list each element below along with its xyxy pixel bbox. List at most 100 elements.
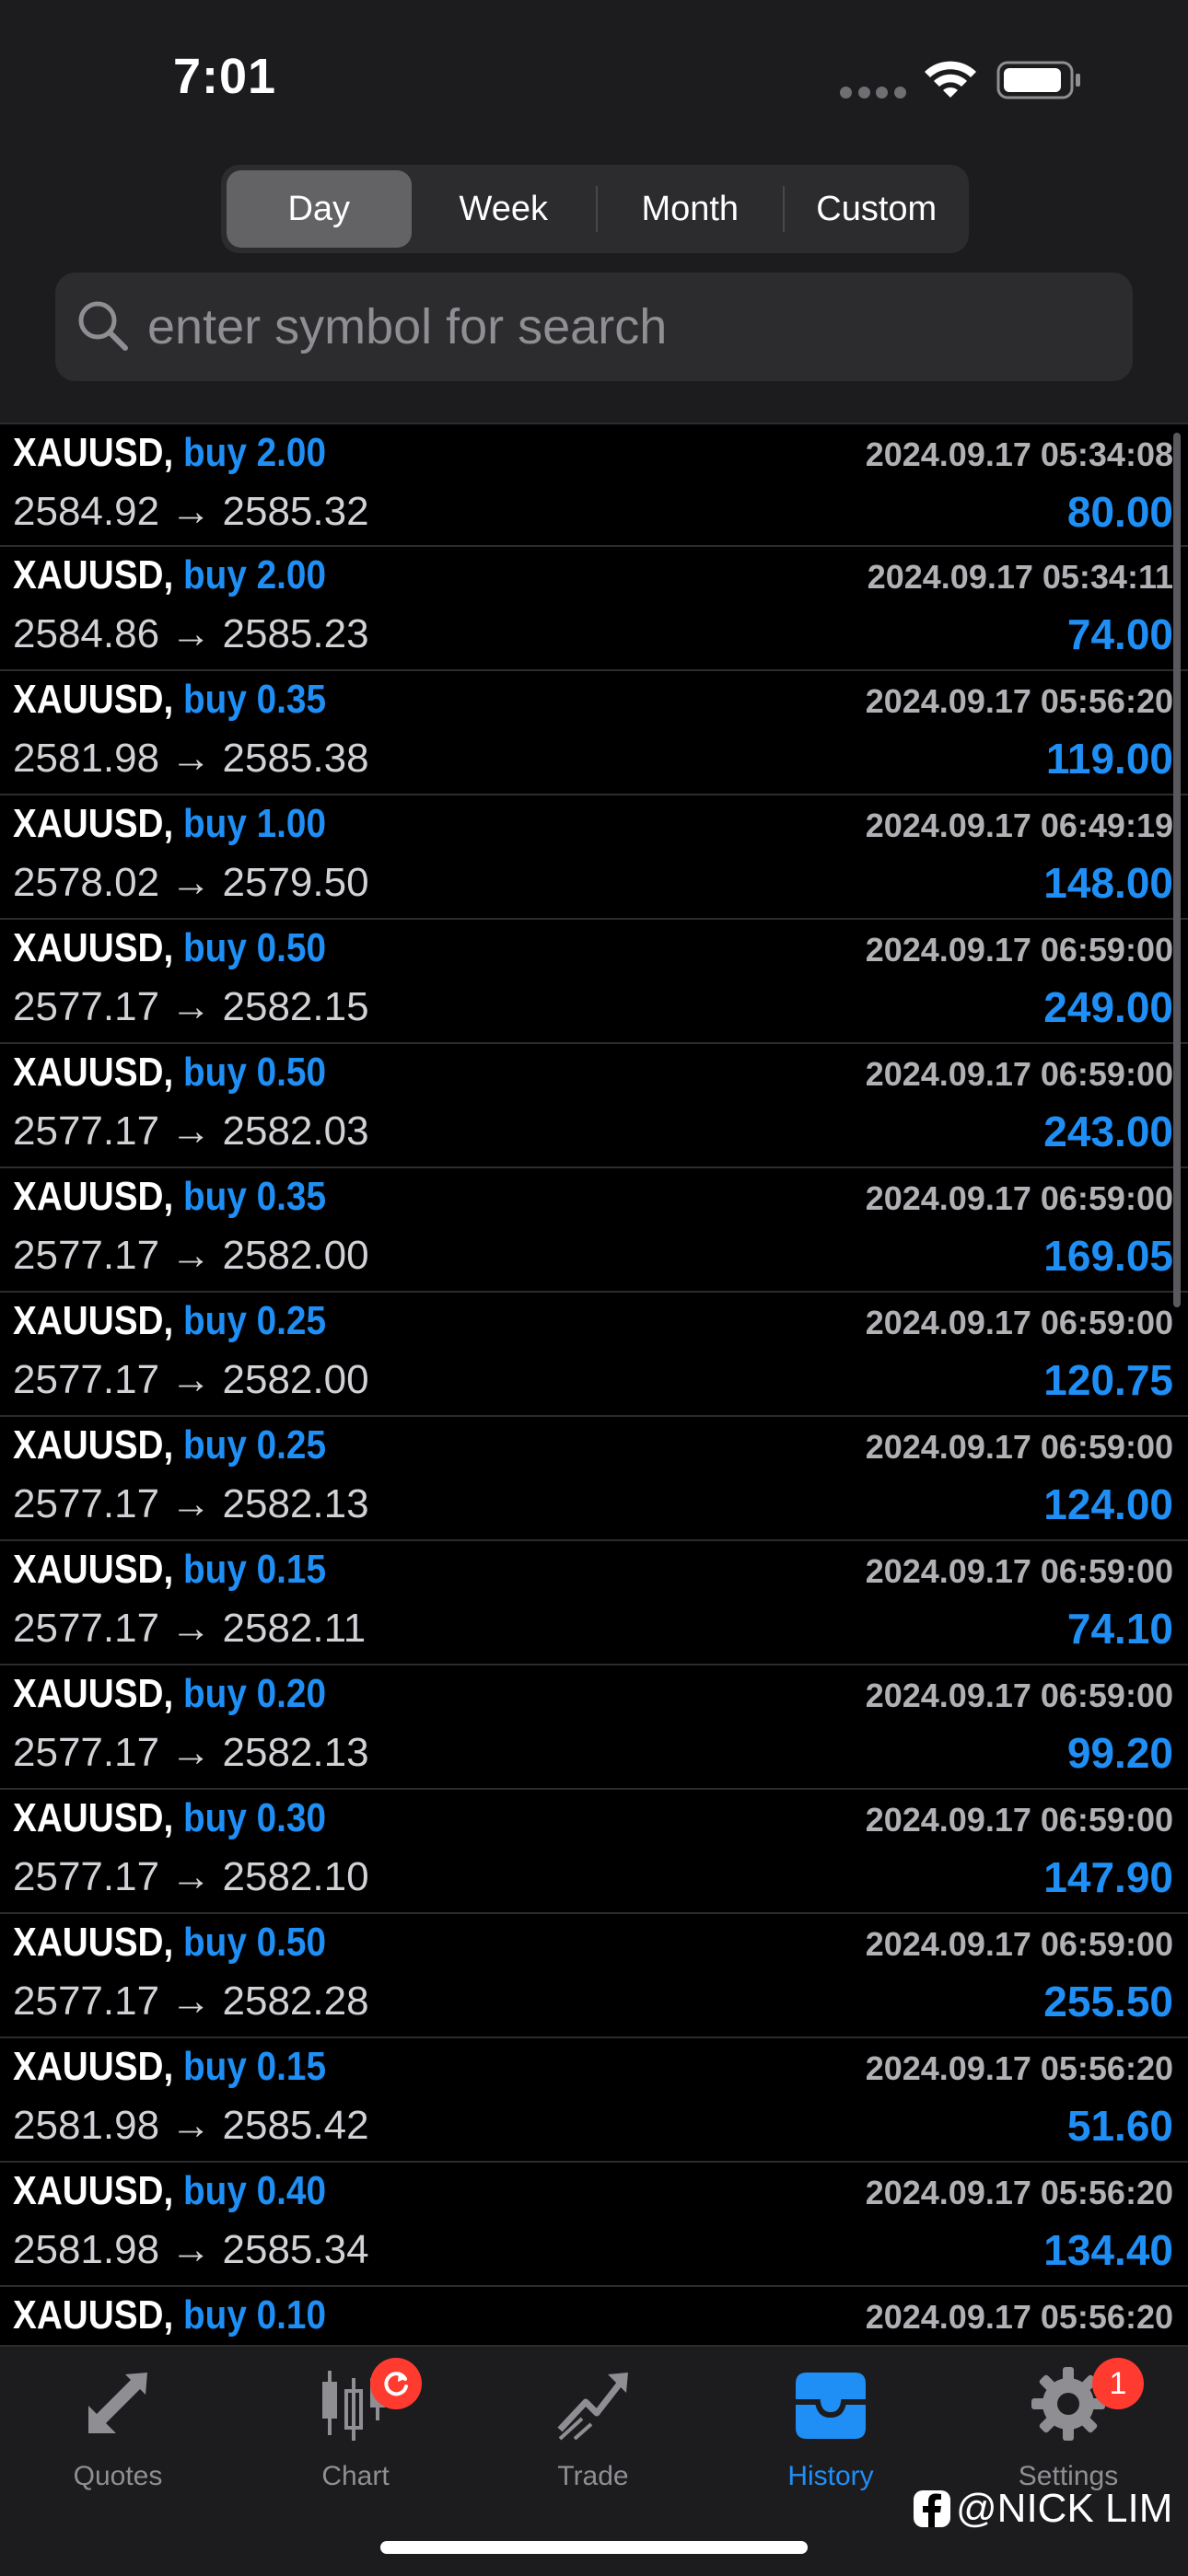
deal-time: 2024.09.17 06:59:00 [865,1801,1173,1839]
deal-row[interactable]: XAUUSD, buy 0.20 2024.09.17 06:59:00 2577.… [0,1665,1188,1790]
deal-title: XAUUSD, buy 0.30 [13,1795,326,1841]
deal-row[interactable]: XAUUSD, buy 1.00 2024.09.17 06:49:19 2578.… [0,795,1188,920]
deal-symbol: XAUUSD, [13,552,174,598]
deal-row[interactable]: XAUUSD, buy 0.10 2024.09.17 05:56:20 [0,2287,1188,2345]
deal-symbol: XAUUSD, [13,1671,174,1716]
deal-type: buy 0.20 [183,1671,326,1716]
deal-type: buy 0.25 [183,1422,326,1468]
tab-settings[interactable]: 1 Settings [976,2358,1160,2503]
tab-chart[interactable]: Chart [263,2358,448,2503]
deal-row[interactable]: XAUUSD, buy 0.40 2024.09.17 05:56:20 2581.… [0,2163,1188,2287]
wifi-icon [925,61,976,98]
deal-row[interactable]: XAUUSD, buy 0.15 2024.09.17 06:59:00 2577.… [0,1541,1188,1665]
deal-prices: 2577.17 → 2582.13 [13,1730,369,1775]
deal-prices: 2584.86 → 2585.23 [13,611,369,656]
deal-type: buy 0.50 [183,1920,326,1965]
search-input[interactable] [147,273,1105,381]
deal-time: 2024.09.17 05:56:20 [865,2174,1173,2211]
deal-profit: 243.00 [1043,1108,1173,1155]
trend-line-icon [557,2373,628,2441]
deal-title: XAUUSD, buy 0.25 [13,1298,326,1344]
status-time: 7:01 [173,49,277,104]
deal-type: buy 0.35 [183,1174,326,1219]
deal-time: 2024.09.17 06:59:00 [865,1925,1173,1963]
deal-title: XAUUSD, buy 1.00 [13,801,326,847]
deal-type: buy 0.30 [183,1795,326,1840]
deal-list[interactable]: XAUUSD, buy 2.00 2024.09.17 05:34:08 2584.… [0,423,1188,2345]
deal-row[interactable]: XAUUSD, buy 2.00 2024.09.17 05:34:08 2584.… [0,423,1188,547]
deal-title: XAUUSD, buy 0.35 [13,1174,326,1220]
deal-time: 2024.09.17 05:34:11 [867,558,1173,596]
deal-row[interactable]: XAUUSD, buy 0.25 2024.09.17 06:59:00 2577.… [0,1293,1188,1417]
scrollbar[interactable] [1173,433,1181,1307]
tab-trade-label: Trade [557,2461,629,2491]
deal-title: XAUUSD, buy 0.25 [13,1422,326,1468]
deal-time: 2024.09.17 05:34:08 [865,435,1173,473]
period-segmented-control: Day Week Month Custom [221,165,969,253]
deal-row[interactable]: XAUUSD, buy 0.50 2024.09.17 06:59:00 2577.… [0,1914,1188,2038]
deal-prices: 2581.98 → 2585.42 [13,2103,369,2148]
deal-prices: 2577.17 → 2582.15 [13,984,369,1029]
deal-symbol: XAUUSD, [13,1174,174,1219]
deal-title: XAUUSD, buy 0.50 [13,925,326,971]
deal-symbol: XAUUSD, [13,1920,174,1965]
deal-row[interactable]: XAUUSD, buy 0.25 2024.09.17 06:59:00 2577.… [0,1417,1188,1541]
deal-row[interactable]: XAUUSD, buy 0.30 2024.09.17 06:59:00 2577.… [0,1790,1188,1914]
deal-type: buy 0.15 [183,1547,326,1592]
deal-prices: 2577.17 → 2582.00 [13,1233,369,1278]
deal-row[interactable]: XAUUSD, buy 0.35 2024.09.17 05:56:20 2581.… [0,671,1188,795]
deal-prices: 2577.17 → 2582.13 [13,1481,369,1526]
deal-symbol: XAUUSD, [13,1050,174,1095]
tab-custom[interactable]: Custom [785,170,970,248]
deal-time: 2024.09.17 06:49:19 [865,806,1173,844]
tab-quotes-label: Quotes [73,2461,163,2491]
deal-time: 2024.09.17 06:59:00 [865,1428,1173,1466]
deal-symbol: XAUUSD, [13,1795,174,1840]
deal-profit: 147.90 [1043,1853,1173,1901]
deal-type: buy 2.00 [183,430,326,475]
deal-type: buy 0.50 [183,925,326,970]
deal-symbol: XAUUSD, [13,1422,174,1468]
tab-history[interactable]: History [739,2365,923,2503]
deal-time: 2024.09.17 05:56:20 [865,2298,1173,2336]
deal-prices: 2577.17 → 2582.11 [13,1606,367,1651]
deal-time: 2024.09.17 06:59:00 [865,1055,1173,1093]
deal-row[interactable]: XAUUSD, buy 0.35 2024.09.17 06:59:00 2577.… [0,1168,1188,1293]
watermark-text: @NICK LIM [956,2486,1173,2531]
deal-prices: 2584.92 → 2585.32 [13,489,369,534]
deal-row[interactable]: XAUUSD, buy 0.50 2024.09.17 06:59:00 2577.… [0,920,1188,1044]
settings-badge: 1 [1092,2358,1144,2409]
home-indicator[interactable] [380,2541,808,2554]
deal-profit: 134.40 [1043,2226,1173,2274]
deal-type: buy 0.50 [183,1050,326,1095]
deal-title: XAUUSD, buy 0.40 [13,2168,326,2214]
deal-time: 2024.09.17 05:56:20 [865,682,1173,720]
deal-profit: 74.00 [1066,610,1173,658]
tab-day[interactable]: Day [227,170,412,248]
deal-symbol: XAUUSD, [13,677,174,722]
deal-type: buy 0.25 [183,1298,326,1343]
deal-prices: 2577.17 → 2582.28 [13,1978,369,2024]
tab-quotes[interactable]: Quotes [26,2365,210,2503]
deal-profit: 119.00 [1045,735,1173,783]
deal-row[interactable]: XAUUSD, buy 0.50 2024.09.17 06:59:00 2577.… [0,1044,1188,1168]
refresh-icon [384,2372,408,2396]
deal-symbol: XAUUSD, [13,801,174,846]
deal-profit: 124.00 [1043,1480,1173,1528]
deal-profit: 249.00 [1043,983,1173,1031]
battery-icon [996,61,1080,99]
refresh-badge [370,2358,422,2409]
deal-row[interactable]: XAUUSD, buy 2.00 2024.09.17 05:34:11 2584.… [0,547,1188,671]
deal-time: 2024.09.17 06:59:00 [865,1677,1173,1714]
deal-type: buy 0.15 [183,2044,326,2089]
deal-prices: 2577.17 → 2582.00 [13,1357,369,1402]
deal-type: buy 0.40 [183,2168,326,2213]
deal-symbol: XAUUSD, [13,2168,174,2213]
tab-trade[interactable]: Trade [501,2365,685,2503]
deal-symbol: XAUUSD, [13,2044,174,2089]
deal-type: buy 0.10 [183,2292,326,2338]
tab-week[interactable]: Week [412,170,597,248]
deal-row[interactable]: XAUUSD, buy 0.15 2024.09.17 05:56:20 2581.… [0,2038,1188,2163]
deal-symbol: XAUUSD, [13,430,174,475]
tab-month[interactable]: Month [598,170,783,248]
